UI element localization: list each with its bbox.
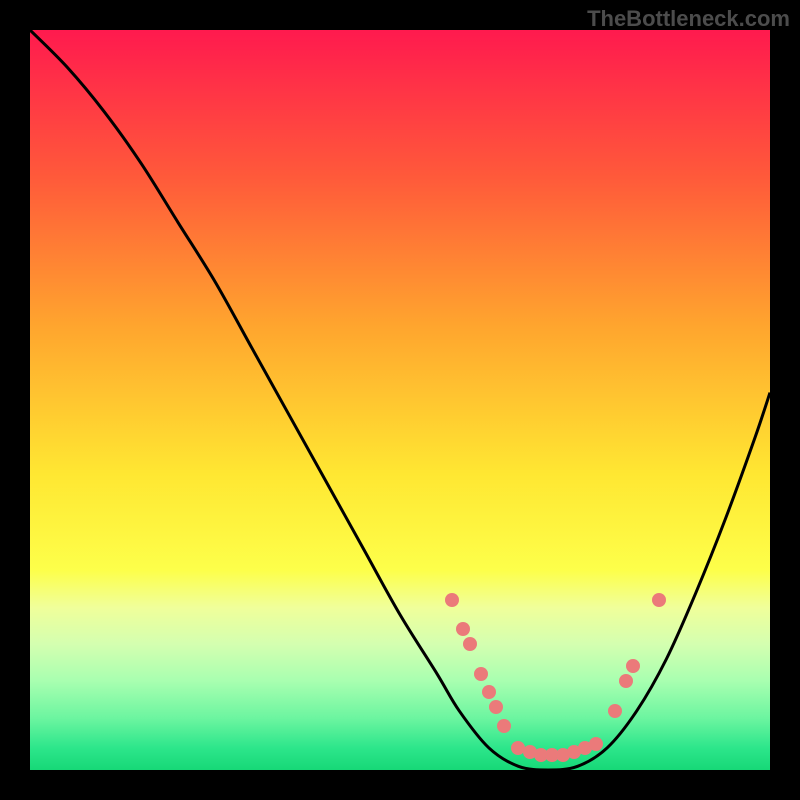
highlight-dot	[626, 659, 640, 673]
highlight-dot	[489, 700, 503, 714]
highlight-dot	[608, 704, 622, 718]
highlight-dot	[619, 674, 633, 688]
chart-canvas	[30, 30, 770, 770]
highlight-dot	[652, 593, 666, 607]
highlight-dot	[463, 637, 477, 651]
highlight-dot	[589, 737, 603, 751]
highlight-dot	[445, 593, 459, 607]
highlight-dot	[497, 719, 511, 733]
highlight-dot	[474, 667, 488, 681]
highlight-dot	[456, 622, 470, 636]
watermark-text: TheBottleneck.com	[587, 6, 790, 32]
chart-curve-layer	[30, 30, 770, 770]
bottleneck-curve	[30, 30, 770, 770]
highlight-dot	[482, 685, 496, 699]
